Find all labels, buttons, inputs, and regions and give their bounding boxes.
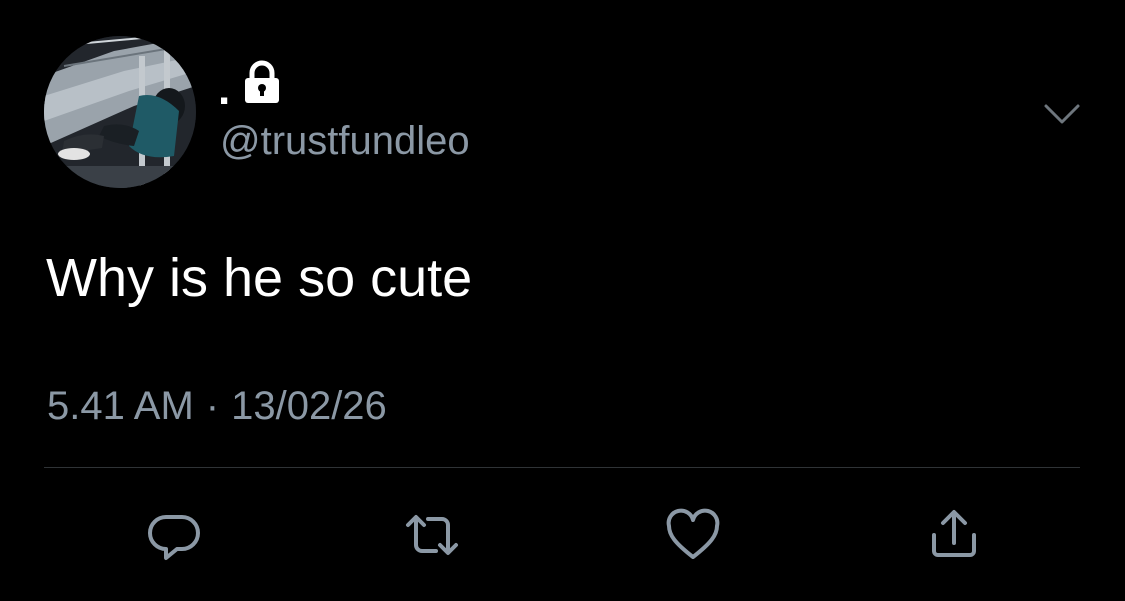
reply-icon [148,515,200,560]
tweet-text: Why is he so cute [46,248,473,308]
share-icon [932,510,976,557]
share-button[interactable] [919,500,989,570]
divider [44,467,1080,468]
display-name[interactable]: . [218,68,230,112]
avatar[interactable] [44,36,196,188]
reply-button[interactable] [141,500,211,570]
user-handle[interactable]: @trustfundleo [220,115,470,167]
display-name-row: . [218,56,282,112]
avatar-photo [44,36,196,188]
like-button[interactable] [658,500,728,570]
like-icon [666,508,720,559]
meta-separator: · [205,384,220,428]
lock-icon [242,59,282,105]
retweet-button[interactable] [397,500,467,570]
tweet-time: 5.41 AM [47,384,194,428]
action-bar [0,500,1125,570]
chevron-down-icon[interactable] [1040,96,1084,132]
retweet-icon [406,515,458,555]
tweet-timestamp[interactable]: 5.41 AM · 13/02/26 [47,380,387,432]
tweet-date: 13/02/26 [231,384,387,428]
